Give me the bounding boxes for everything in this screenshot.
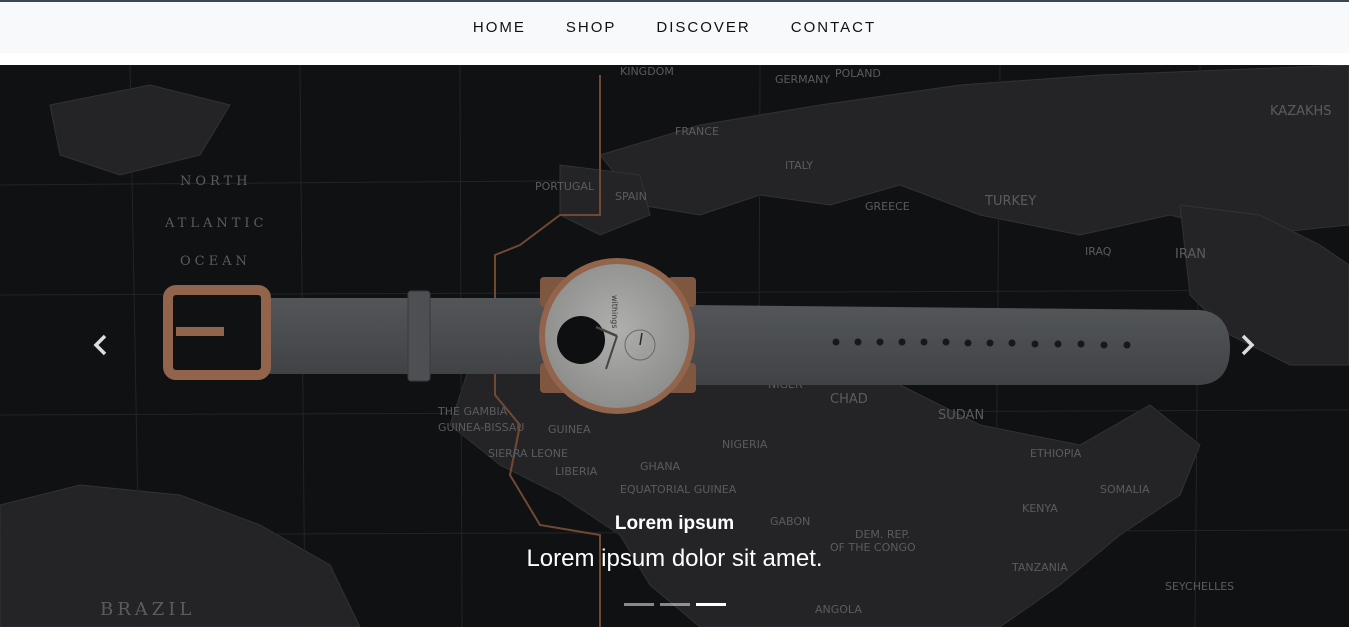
hero-carousel: NORTH ATLANTIC OCEAN BRAZIL KINGDOM GERM… <box>0 65 1349 627</box>
caption-title: Lorem ipsum <box>614 513 735 534</box>
navbar: HOME SHOP DISCOVER CONTACT <box>0 2 1349 53</box>
chevron-left-icon <box>93 334 107 356</box>
chevron-right-icon <box>1241 334 1255 356</box>
nav-menu: HOME SHOP DISCOVER CONTACT <box>0 2 1349 53</box>
carousel-indicators <box>0 603 1349 606</box>
nav-item-contact[interactable]: CONTACT <box>771 2 896 53</box>
indicator-1[interactable] <box>623 603 654 606</box>
caption-text: Lorem ipsum dolor sit amet. <box>526 545 823 572</box>
slide-image: NORTH ATLANTIC OCEAN BRAZIL KINGDOM GERM… <box>0 65 1349 627</box>
nav-item-home[interactable]: HOME <box>453 2 546 53</box>
nav-spacer <box>0 53 1349 65</box>
nav-item-discover[interactable]: DISCOVER <box>636 2 770 53</box>
carousel-prev-button[interactable] <box>81 320 121 370</box>
indicator-2[interactable] <box>659 603 690 606</box>
carousel-next-button[interactable] <box>1227 320 1267 370</box>
indicator-3[interactable] <box>695 603 726 606</box>
nav-item-shop[interactable]: SHOP <box>546 2 637 53</box>
